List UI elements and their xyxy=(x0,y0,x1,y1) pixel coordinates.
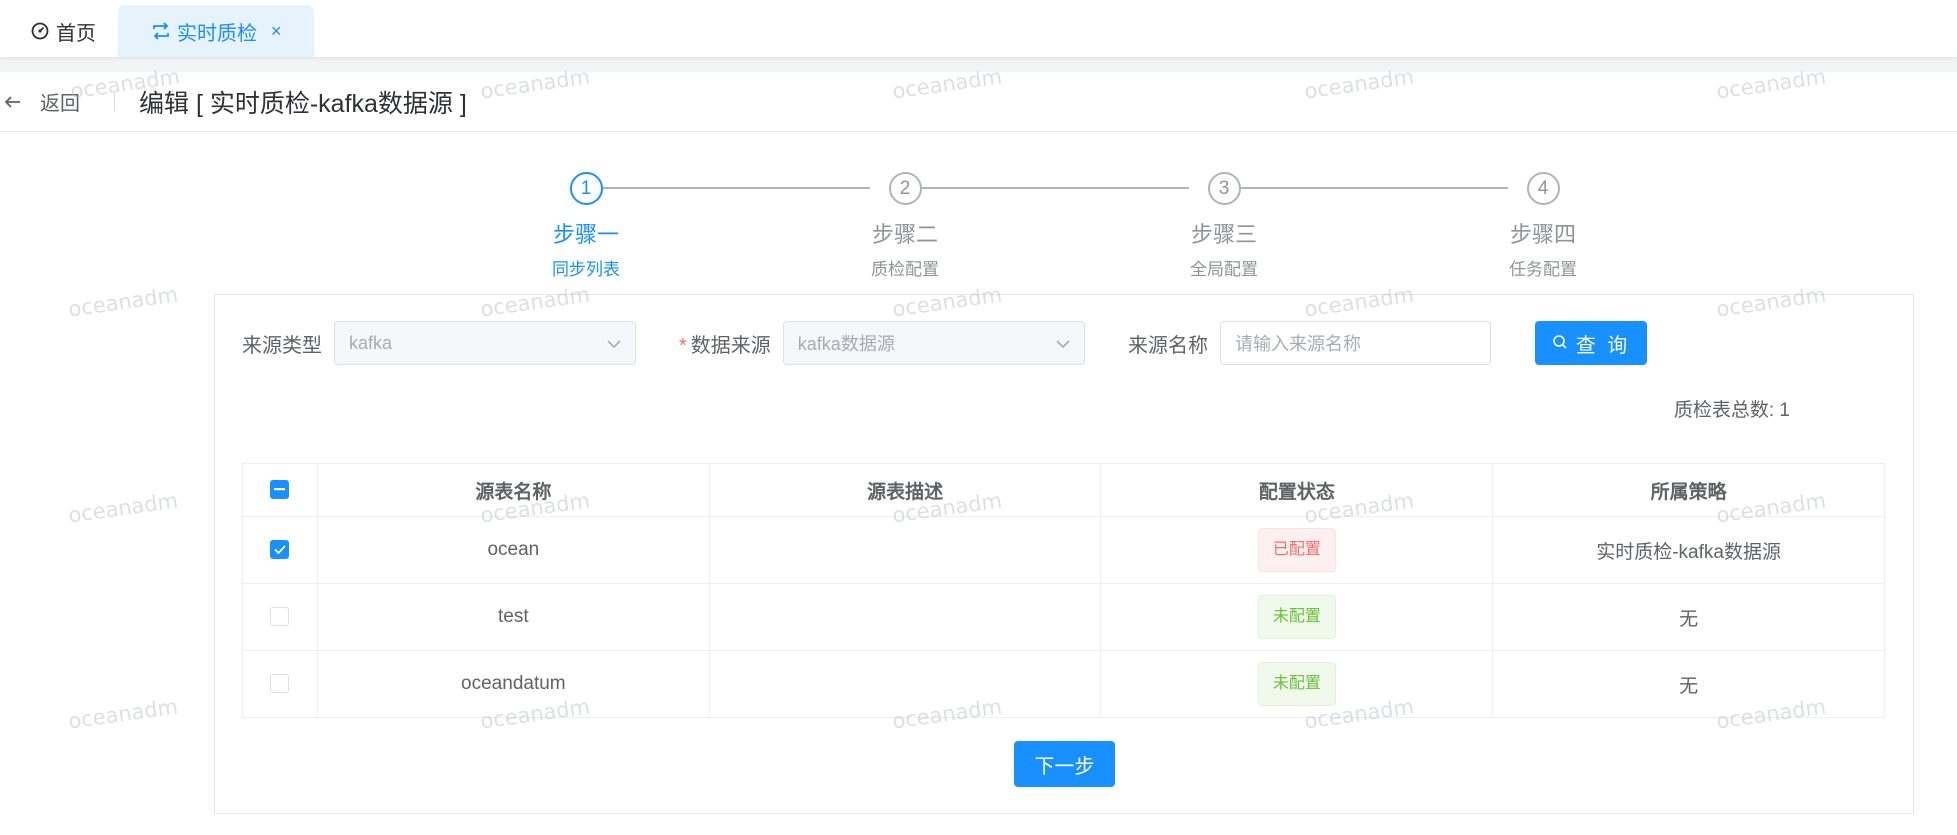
policy-cell: 无 xyxy=(1492,583,1885,651)
dashboard-icon xyxy=(30,21,50,41)
page-title: 编辑 [ 实时质检-kafka数据源 ] xyxy=(139,89,467,118)
filter-source-type: 来源类型 kafka xyxy=(242,321,636,365)
config-status-cell: 未配置 xyxy=(1100,583,1494,651)
row-checkbox[interactable] xyxy=(270,674,290,694)
column-header: 源表描述 xyxy=(708,463,1102,517)
select-all-checkbox[interactable] xyxy=(270,480,290,500)
sync-icon xyxy=(151,21,171,41)
step-desc: 质检配置 xyxy=(871,260,939,279)
table-header-row: 源表名称 源表描述 配置状态 所属策略 xyxy=(242,463,1885,517)
step-title: 步骤二 xyxy=(871,222,938,247)
source-table-desc xyxy=(708,650,1102,718)
column-header: 所属策略 xyxy=(1492,463,1885,517)
tab-realtime-qc-label: 实时质检 xyxy=(177,22,257,45)
source-table-name: test xyxy=(316,583,710,651)
query-button[interactable]: 查 询 xyxy=(1535,321,1647,365)
sync-list-card: 来源类型 kafka * 数据来源 kafka数据源 来源名称 请输入来源名称 查… xyxy=(214,294,1914,814)
next-step-button[interactable]: 下一步 xyxy=(1014,741,1115,787)
step-title: 步骤四 xyxy=(1509,222,1576,247)
config-status-cell: 已配置 xyxy=(1100,516,1494,584)
row-select-cell xyxy=(242,583,318,651)
watermark: oceanadm xyxy=(66,282,180,322)
back-button[interactable]: 返回 xyxy=(4,87,80,116)
total-count: 质检表总数: 1 xyxy=(1674,395,1790,422)
source-table-name: ocean xyxy=(316,516,710,584)
step-3: 3 步骤三 全局配置 xyxy=(1149,172,1299,280)
tab-realtime-qc[interactable]: 实时质检 × xyxy=(118,5,314,57)
row-checkbox[interactable] xyxy=(270,540,290,560)
tab-home[interactable]: 首页 xyxy=(0,5,118,57)
step-number: 3 xyxy=(1207,172,1241,205)
source-table-desc xyxy=(708,516,1102,584)
source-name-input[interactable]: 请输入来源名称 xyxy=(1220,321,1491,365)
row-select-cell xyxy=(242,516,318,584)
row-checkbox[interactable] xyxy=(270,607,290,627)
filter-source-name: 来源名称 请输入来源名称 xyxy=(1128,321,1491,365)
table-row[interactable]: test 未配置 无 xyxy=(242,583,1885,651)
chevron-down-icon xyxy=(607,333,621,354)
data-source-select[interactable]: kafka数据源 xyxy=(782,321,1085,365)
header-divider xyxy=(114,92,115,111)
step-number: 1 xyxy=(569,172,603,205)
total-label: 质检表总数: xyxy=(1673,400,1775,421)
step-desc: 全局配置 xyxy=(1190,260,1258,279)
table-row[interactable]: oceandatum 未配置 无 xyxy=(242,650,1885,718)
watermark: oceanadm xyxy=(66,488,180,528)
tabs-bar: 首页 实时质检 × xyxy=(0,0,1957,57)
close-icon[interactable]: × xyxy=(271,21,282,42)
step-desc: 任务配置 xyxy=(1509,260,1577,279)
steps: 1 步骤一 同步列表 2 步骤二 质检配置 3 步骤三 全局配置 4 步骤四 任… xyxy=(0,156,1957,279)
source-table-desc xyxy=(708,583,1102,651)
source-type-value: kafka xyxy=(349,332,393,353)
tab-home-label: 首页 xyxy=(56,22,96,45)
source-name-label: 来源名称 xyxy=(1128,334,1208,357)
chevron-down-icon xyxy=(1056,333,1070,354)
step-number: 2 xyxy=(888,172,922,205)
step-2: 2 步骤二 质检配置 xyxy=(830,172,980,280)
step-4: 4 步骤四 任务配置 xyxy=(1468,172,1618,280)
column-header: 源表名称 xyxy=(316,463,710,517)
page-header: 返回 编辑 [ 实时质检-kafka数据源 ] xyxy=(0,72,1957,132)
search-icon xyxy=(1552,334,1570,352)
query-label: 查 询 xyxy=(1575,334,1631,357)
policy-cell: 无 xyxy=(1492,650,1885,718)
source-type-label: 来源类型 xyxy=(242,334,322,357)
total-value: 1 xyxy=(1779,400,1790,421)
table-row[interactable]: ocean 已配置 实时质检-kafka数据源 xyxy=(242,516,1885,584)
source-table-name: oceandatum xyxy=(316,650,710,718)
main-content: 返回 编辑 [ 实时质检-kafka数据源 ] 1 步骤一 同步列表 2 步骤二… xyxy=(0,64,1957,835)
step-1: 1 步骤一 同步列表 xyxy=(511,172,661,280)
required-mark: * xyxy=(679,334,687,357)
step-title: 步骤一 xyxy=(552,222,619,247)
status-badge: 已配置 xyxy=(1257,528,1336,572)
config-status-cell: 未配置 xyxy=(1100,650,1494,718)
source-type-select[interactable]: kafka xyxy=(334,321,636,365)
arrow-left-icon xyxy=(4,91,26,113)
data-source-label: * 数据来源 xyxy=(679,329,771,358)
watermark: oceanadm xyxy=(66,694,180,734)
data-source-label-text: 数据来源 xyxy=(690,334,771,357)
step-number: 4 xyxy=(1526,172,1560,205)
step-desc: 同步列表 xyxy=(552,260,620,279)
row-select-cell xyxy=(242,650,318,718)
column-header: 配置状态 xyxy=(1100,463,1494,517)
select-all-cell xyxy=(242,463,318,517)
status-badge: 未配置 xyxy=(1257,595,1336,639)
status-badge: 未配置 xyxy=(1257,662,1336,706)
back-label: 返回 xyxy=(40,93,80,115)
source-table: 源表名称 源表描述 配置状态 所属策略 ocean 已配置 实时质检-kafka… xyxy=(242,463,1885,718)
filter-data-source: * 数据来源 kafka数据源 xyxy=(679,321,1085,365)
data-source-value: kafka数据源 xyxy=(797,334,895,354)
step-title: 步骤三 xyxy=(1190,222,1257,247)
policy-cell: 实时质检-kafka数据源 xyxy=(1492,516,1885,584)
